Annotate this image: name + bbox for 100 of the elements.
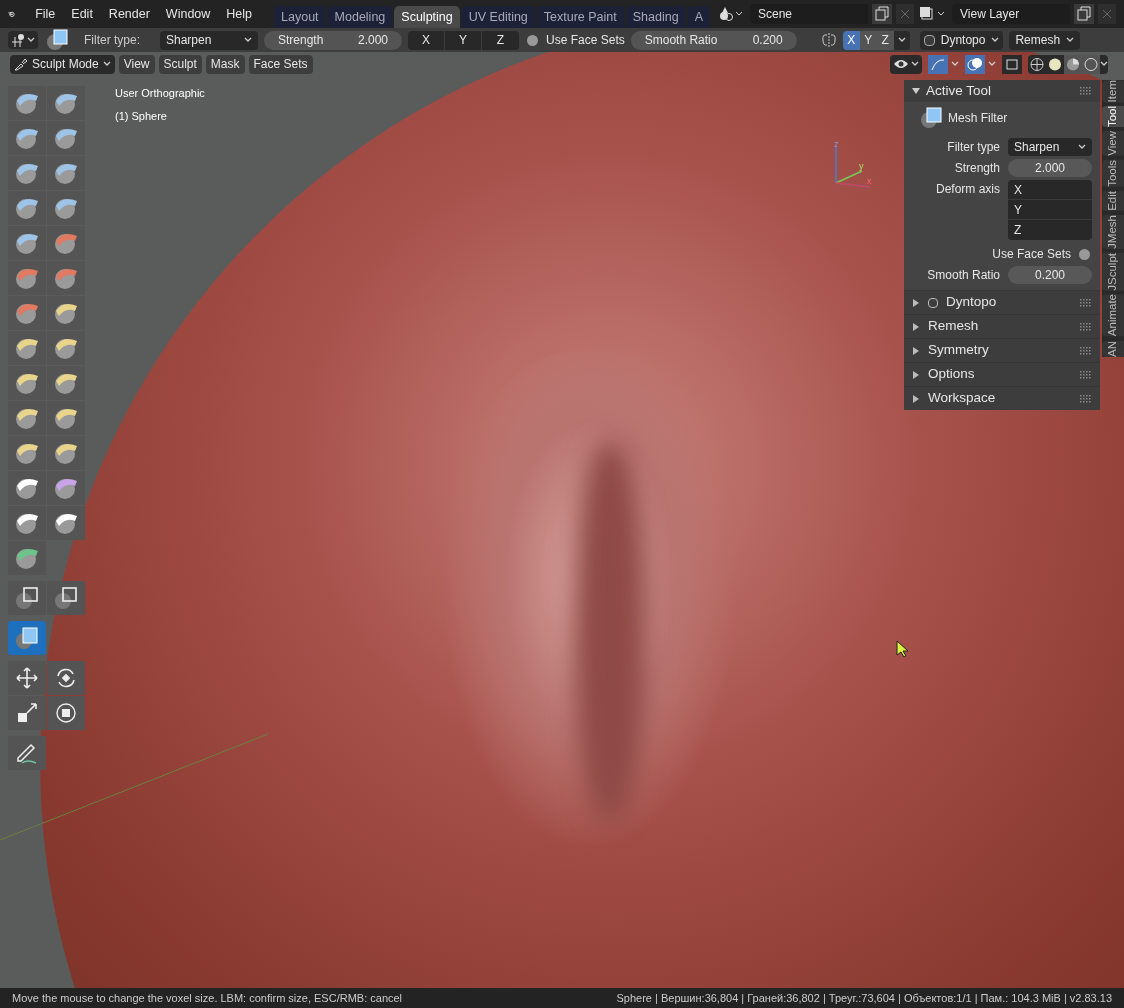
tool-button[interactable] <box>8 121 46 155</box>
scene-field[interactable]: Scene <box>750 4 868 24</box>
tool-button[interactable] <box>8 621 46 655</box>
field-label: Strength <box>953 160 1000 177</box>
axis-toggle[interactable]: Y <box>1008 200 1092 220</box>
header-menu[interactable]: Face Sets <box>248 54 313 74</box>
sidebar-tab[interactable]: View <box>1102 131 1124 157</box>
header-menu[interactable]: Sculpt <box>158 54 202 74</box>
tool-button[interactable] <box>8 366 46 400</box>
sidebar-tab[interactable]: AN <box>1102 340 1124 357</box>
dyntopo-toggle[interactable]: Dyntopo <box>919 30 1004 50</box>
header-menu[interactable]: Mask <box>205 54 245 74</box>
sidebar-tab[interactable]: Animate <box>1102 294 1124 337</box>
workspace-tab[interactable]: Sculpting <box>394 6 460 28</box>
tool-button[interactable] <box>8 401 46 435</box>
workspace-tab[interactable]: Texture Paint <box>536 6 624 28</box>
box-mask-icon <box>53 585 79 611</box>
mode-dropdown[interactable]: Sculpt Mode <box>10 54 115 74</box>
tool-settings-button[interactable] <box>8 31 38 49</box>
tool-button[interactable] <box>47 331 85 365</box>
workspace-tab[interactable]: A <box>687 6 710 28</box>
collapsed-panel-header[interactable]: Remesh <box>904 314 1100 338</box>
tool-button[interactable] <box>8 331 46 365</box>
tool-button[interactable] <box>8 86 46 120</box>
checkbox[interactable] <box>928 297 938 308</box>
filter-type-dropdown[interactable]: Sharpen <box>1008 138 1092 156</box>
sidebar-tab[interactable]: JMesh <box>1102 214 1124 249</box>
tool-button[interactable] <box>47 696 85 730</box>
strength-field[interactable]: 2.000 <box>1008 159 1092 177</box>
collapsed-panel-header[interactable]: Workspace <box>904 386 1100 410</box>
close-icon[interactable] <box>1098 4 1116 24</box>
workspace-tab[interactable]: Shading <box>625 6 686 28</box>
axis-toggle[interactable]: Z <box>482 30 519 50</box>
view-layer-field[interactable]: View Layer <box>952 4 1070 24</box>
axis-toggle[interactable]: Y <box>445 30 482 50</box>
tool-button[interactable] <box>8 436 46 470</box>
remesh-dropdown[interactable]: Remesh <box>1009 30 1081 50</box>
copy-icon[interactable] <box>872 4 892 24</box>
menu-item[interactable]: Edit <box>63 4 101 24</box>
tool-button[interactable] <box>8 506 46 540</box>
sidebar-tab[interactable]: Tool <box>1102 106 1124 128</box>
tool-button[interactable] <box>47 471 85 505</box>
tool-button[interactable] <box>47 581 85 615</box>
close-icon[interactable] <box>896 4 914 24</box>
tool-button[interactable] <box>8 661 46 695</box>
header-menu[interactable]: View <box>118 54 155 74</box>
tool-button[interactable] <box>8 736 46 770</box>
tool-button[interactable] <box>47 86 85 120</box>
material-shading-icon[interactable] <box>1064 54 1082 74</box>
collapsed-panel-header[interactable]: Dyntopo <box>904 290 1100 314</box>
overlay-button[interactable] <box>965 54 996 74</box>
grip-icon <box>1080 370 1092 379</box>
sidebar-tab[interactable]: Tools <box>1102 160 1124 188</box>
use-face-sets-checkbox[interactable]: Use Face Sets <box>912 245 1092 263</box>
tool-button[interactable] <box>47 436 85 470</box>
copy-icon[interactable] <box>1074 4 1094 24</box>
smooth-ratio-field[interactable]: Smooth Ratio 0.200 <box>630 30 797 50</box>
tool-name-text: Mesh Filter <box>948 110 1008 127</box>
panel-title: Remesh <box>928 317 980 336</box>
menu-item[interactable]: Window <box>157 4 219 24</box>
rendered-shading-icon[interactable] <box>1082 54 1100 74</box>
tool-button[interactable] <box>47 401 85 435</box>
filter-type-dropdown[interactable]: Sharpen <box>160 30 258 50</box>
axis-toggle[interactable]: X <box>1008 180 1092 200</box>
axis-toggle[interactable]: X <box>408 30 445 50</box>
tool-button[interactable] <box>47 156 85 190</box>
collapsed-panel-header[interactable]: Options <box>904 362 1100 386</box>
use-face-sets-checkbox[interactable]: Use Face Sets <box>527 31 625 49</box>
menu-item[interactable]: Render <box>100 4 158 24</box>
eye-icon <box>893 57 909 71</box>
smooth-ratio-field[interactable]: 0.200 <box>1008 266 1092 284</box>
collapsed-panel-header[interactable]: Symmetry <box>904 338 1100 362</box>
tool-button[interactable] <box>8 541 46 575</box>
tool-button[interactable] <box>8 696 46 730</box>
tool-button[interactable] <box>8 156 46 190</box>
sidebar-tab[interactable]: JSculpt <box>1102 252 1124 291</box>
tool-button[interactable] <box>8 471 46 505</box>
tool-button[interactable] <box>8 581 46 615</box>
sidebar-tab[interactable]: Edit <box>1102 191 1124 211</box>
workspace-tab[interactable]: UV Editing <box>461 6 535 28</box>
menu-item[interactable]: File <box>27 4 64 24</box>
gizmo-button[interactable] <box>928 54 959 74</box>
workspace-tab[interactable]: Modeling <box>327 6 393 28</box>
tool-button[interactable] <box>8 191 46 225</box>
panel-title: Active Tool <box>926 81 993 100</box>
symmetry-axis-toggle[interactable]: X <box>842 30 860 50</box>
axis-toggle[interactable]: Z <box>1008 220 1092 240</box>
strength-field[interactable]: Strength 2.000 <box>264 30 402 50</box>
tool-button[interactable] <box>47 296 85 330</box>
tool-button[interactable] <box>47 506 85 540</box>
menu-item[interactable]: Help <box>218 4 261 24</box>
tool-button[interactable] <box>8 226 46 260</box>
panel-header[interactable]: Active Tool <box>904 80 1100 102</box>
tool-button[interactable] <box>47 121 85 155</box>
grip-icon <box>1080 87 1092 95</box>
sidebar-tab[interactable]: Item <box>1102 80 1124 103</box>
tool-button[interactable] <box>47 366 85 400</box>
workspace-tab[interactable]: Layout <box>274 6 326 28</box>
tool-button[interactable] <box>47 191 85 225</box>
tool-button[interactable] <box>47 661 85 695</box>
